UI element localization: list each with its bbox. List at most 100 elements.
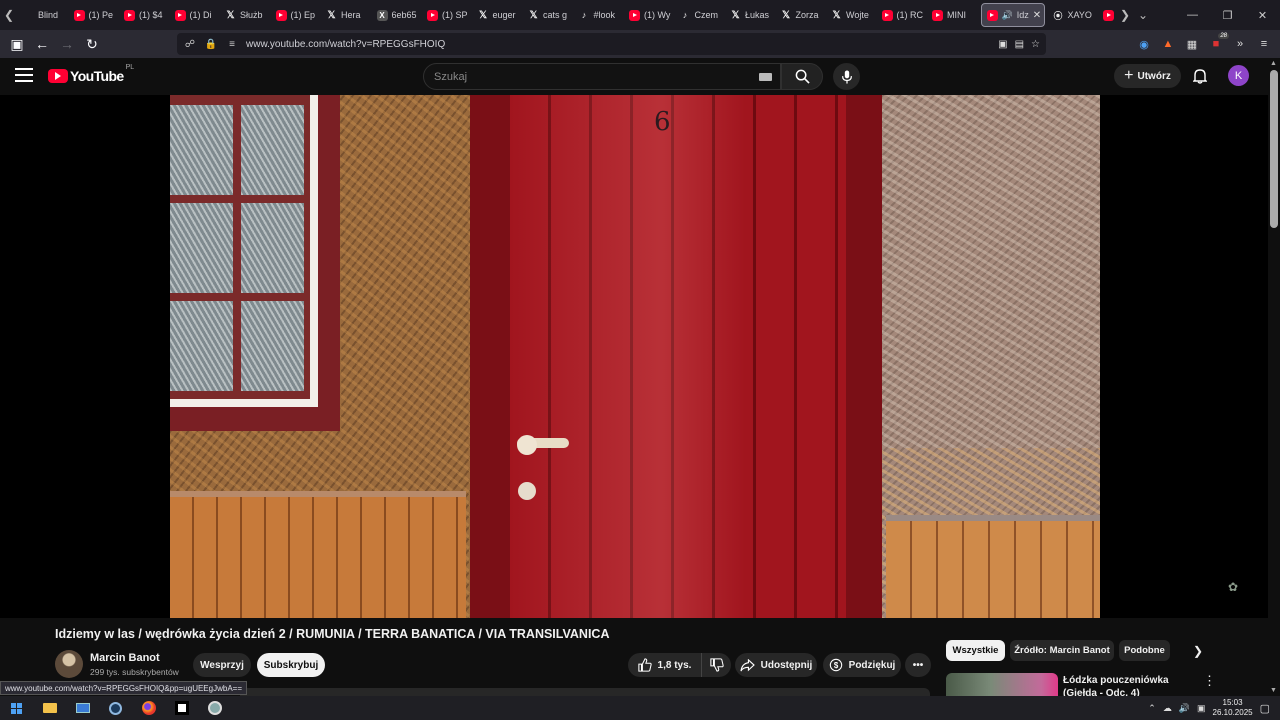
notifications-button[interactable]: [1190, 66, 1210, 86]
channel-watermark-icon[interactable]: ✿: [1228, 580, 1252, 596]
clock[interactable]: 15:03 26.10.2025: [1213, 698, 1253, 718]
reload-button[interactable]: ↻: [80, 32, 104, 56]
youtube-logo[interactable]: YouTube PL: [48, 64, 134, 84]
support-button[interactable]: Wesprzyj: [193, 653, 251, 677]
search-button[interactable]: [781, 63, 823, 90]
youtube-play-icon: [48, 69, 68, 83]
channel-avatar[interactable]: [55, 650, 83, 678]
picture-in-picture-icon[interactable]: ▣: [998, 39, 1007, 50]
tab-active[interactable]: 🔊 Idz ✕: [980, 3, 1045, 27]
tab[interactable]: 𝕏 Wojte: [826, 0, 877, 30]
tab[interactable]: (1) SP: [422, 0, 473, 30]
microphone-icon: [841, 69, 852, 84]
tabs-scroll-right-button[interactable]: ❯: [1116, 0, 1134, 30]
shield-icon[interactable]: ☍: [182, 39, 198, 50]
speaker-icon[interactable]: 🔊: [1002, 10, 1013, 21]
lock-icon[interactable]: 🔒: [203, 39, 219, 50]
tab[interactable]: (1) Di: [170, 0, 221, 30]
extensions-puzzle-icon[interactable]: ▦: [1182, 34, 1202, 54]
restore-button[interactable]: ❐: [1210, 0, 1245, 30]
address-bar[interactable]: ☍ 🔒 ≡ www.youtube.com/watch?v=RPEGGsFHOI…: [177, 33, 1046, 55]
search-input[interactable]: Szukaj: [423, 63, 781, 90]
tab-list-all-button[interactable]: ⌄: [1134, 0, 1152, 30]
chip-source[interactable]: Źródło: Marcin Banot: [1010, 640, 1114, 661]
tab[interactable]: ♪ Czem: [675, 0, 726, 30]
sidebar-toggle-icon[interactable]: ▣: [5, 32, 29, 56]
tabs-scroll-left-button[interactable]: ❮: [0, 0, 18, 30]
menu-icon[interactable]: [15, 68, 33, 82]
vpn-extension-icon[interactable]: ◉: [1134, 34, 1154, 54]
tab[interactable]: (1) $4: [119, 0, 170, 30]
more-vertical-icon[interactable]: ⋮: [1203, 673, 1216, 689]
thanks-button[interactable]: $ Podziękuj: [823, 653, 901, 677]
subscribe-button[interactable]: Subskrybuj: [257, 653, 325, 677]
chip-all[interactable]: Wszystkie: [946, 640, 1005, 661]
close-tab-icon[interactable]: ✕: [1033, 10, 1041, 21]
adblock-extension-icon[interactable]: ■ 28: [1206, 33, 1229, 54]
tab[interactable]: 𝕏cats g: [523, 0, 574, 30]
network-icon[interactable]: ▣: [1197, 703, 1206, 714]
minimize-button[interactable]: —: [1175, 0, 1210, 30]
back-button[interactable]: ←: [30, 32, 54, 56]
fox-extension-icon[interactable]: ▲: [1158, 34, 1178, 54]
svg-text:$: $: [833, 661, 838, 670]
monitor-app-icon[interactable]: [66, 696, 99, 720]
notifications-center-icon[interactable]: ▢: [1260, 702, 1270, 715]
tab[interactable]: 𝕏 Łukas: [725, 0, 776, 30]
more-actions-button[interactable]: •••: [905, 653, 931, 677]
video-frame[interactable]: 6: [170, 95, 1100, 618]
youtube-favicon-icon: [1103, 9, 1114, 21]
chevron-right-icon[interactable]: ❯: [1190, 643, 1206, 659]
video-player[interactable]: 6 ✿: [0, 95, 1268, 618]
tab[interactable]: (1) Ep: [271, 0, 322, 30]
tab-label: #look: [593, 10, 616, 20]
firefox-icon[interactable]: [132, 696, 165, 720]
tab[interactable]: Blind: [18, 0, 69, 30]
url-text[interactable]: www.youtube.com/watch?v=RPEGGsFHOIQ: [246, 39, 445, 50]
account-avatar[interactable]: K: [1228, 65, 1249, 86]
like-button[interactable]: 1,8 tys.: [628, 653, 701, 677]
channel-name[interactable]: Marcin Banot: [90, 652, 160, 664]
tab[interactable]: (1) RC: [877, 0, 928, 30]
voice-search-button[interactable]: [833, 63, 860, 90]
scrollbar-thumb[interactable]: [1270, 70, 1278, 228]
create-button[interactable]: + Utwórz: [1114, 64, 1181, 88]
media-app-icon[interactable]: [198, 696, 231, 720]
share-button[interactable]: Udostępnij: [735, 653, 817, 677]
dislike-button[interactable]: [701, 653, 731, 677]
app-menu-icon[interactable]: ≡: [1254, 34, 1274, 54]
tab[interactable]: [1098, 0, 1116, 30]
tab[interactable]: 𝕏 Służb: [220, 0, 271, 30]
reader-view-icon[interactable]: ▤: [1015, 39, 1024, 50]
scroll-up-icon[interactable]: ▲: [1270, 60, 1277, 67]
tab[interactable]: (1) Pe: [69, 0, 120, 30]
recommendation-title[interactable]: Łódzka pouczeniówka (Giełda - Odc. 4): [1063, 674, 1203, 696]
chip-similar[interactable]: Podobne: [1119, 640, 1170, 661]
close-window-button[interactable]: ✕: [1245, 0, 1280, 30]
speaker-icon[interactable]: 🔊: [1179, 703, 1190, 714]
tray-overflow-icon[interactable]: ⌃: [1148, 703, 1156, 714]
tab[interactable]: 𝕏 Hera: [321, 0, 372, 30]
permissions-icon[interactable]: ≡: [224, 39, 240, 50]
steam-icon[interactable]: [99, 696, 132, 720]
bookmark-star-icon[interactable]: ☆: [1031, 39, 1040, 50]
page-scrollbar[interactable]: ▲ ▼: [1268, 58, 1280, 696]
recommendation-thumbnail[interactable]: [946, 673, 1058, 696]
tab[interactable]: ♪ #look: [574, 0, 625, 30]
keyboard-icon[interactable]: [759, 72, 772, 81]
scroll-down-icon[interactable]: ▼: [1270, 687, 1277, 694]
tab[interactable]: MINI: [927, 0, 978, 30]
tab[interactable]: ⦿ XAYO: [1048, 0, 1099, 30]
description-box[interactable]: [240, 688, 930, 696]
start-button[interactable]: [0, 696, 33, 720]
app-square-icon[interactable]: [165, 696, 198, 720]
youtube-favicon-icon: [427, 9, 438, 21]
tab[interactable]: 𝕏euger: [473, 0, 524, 30]
file-explorer-icon[interactable]: [33, 696, 66, 720]
tab[interactable]: X 6eb65: [372, 0, 423, 30]
tab[interactable]: 𝕏 Zorza: [776, 0, 827, 30]
forward-button[interactable]: →: [55, 32, 79, 56]
overflow-chevron-icon[interactable]: »: [1230, 34, 1250, 54]
tab[interactable]: (1) Wy: [624, 0, 675, 30]
cloud-icon[interactable]: ☁: [1163, 703, 1172, 714]
